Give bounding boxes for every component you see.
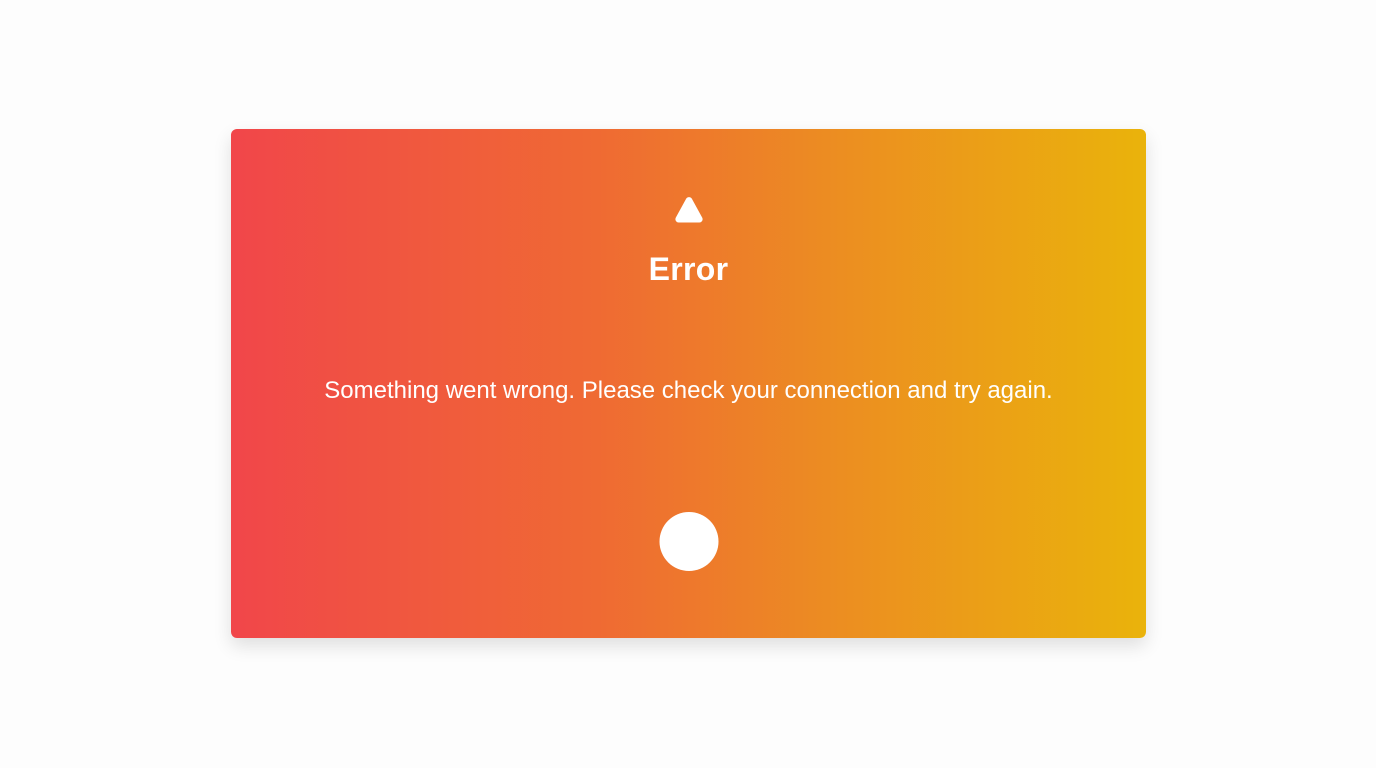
error-title: Error bbox=[648, 251, 729, 287]
error-message: Something went wrong. Please check your … bbox=[324, 377, 1053, 404]
circle-action-icon[interactable] bbox=[659, 512, 718, 571]
warning-triangle-icon bbox=[672, 193, 706, 227]
error-card: Error Something went wrong. Please check… bbox=[231, 129, 1146, 638]
